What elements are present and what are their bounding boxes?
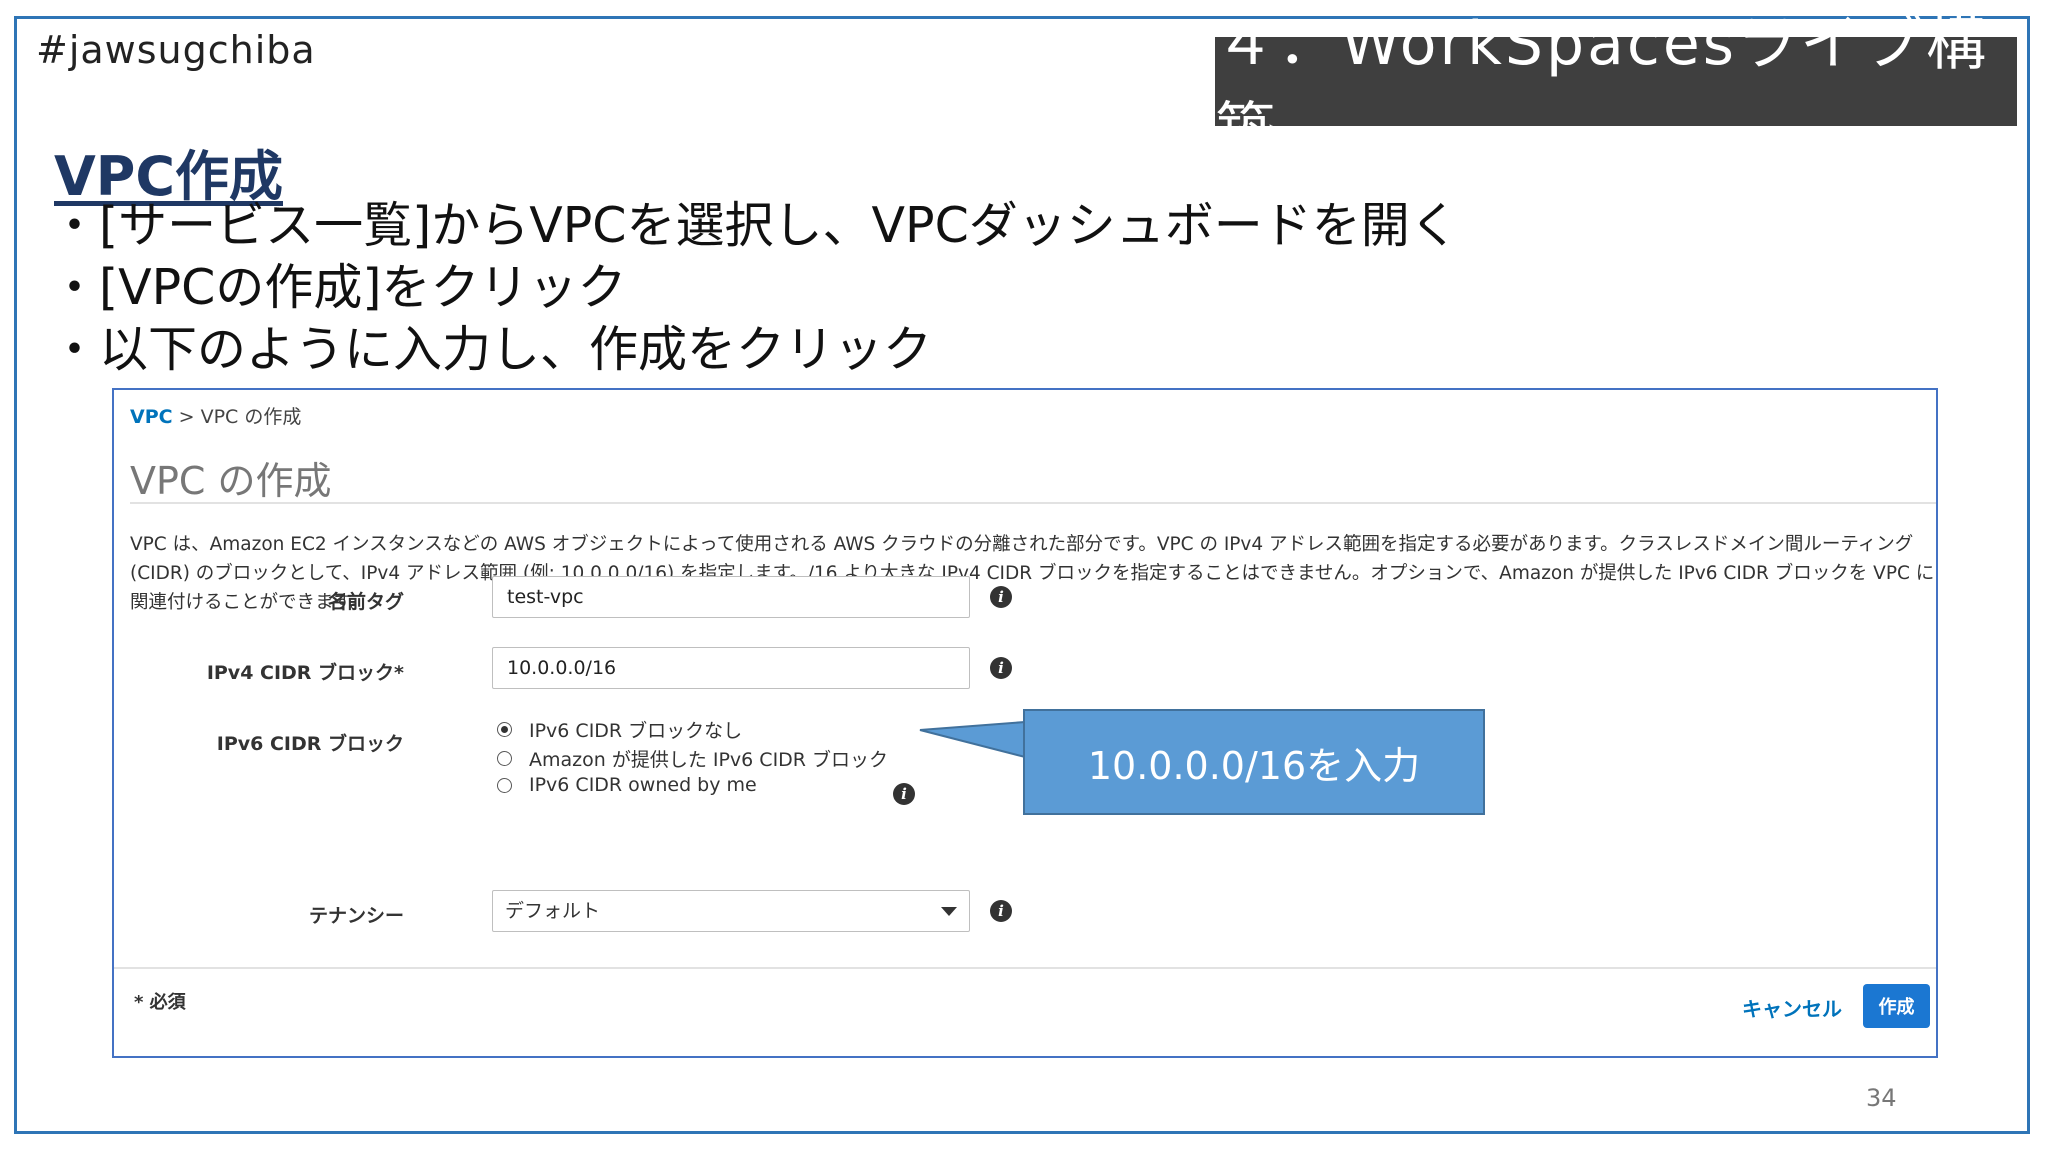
callout-box: 10.0.0.0/16を入力 <box>1023 709 1485 815</box>
page-number: 34 <box>1866 1084 1897 1112</box>
callout-pointer <box>919 720 1026 759</box>
